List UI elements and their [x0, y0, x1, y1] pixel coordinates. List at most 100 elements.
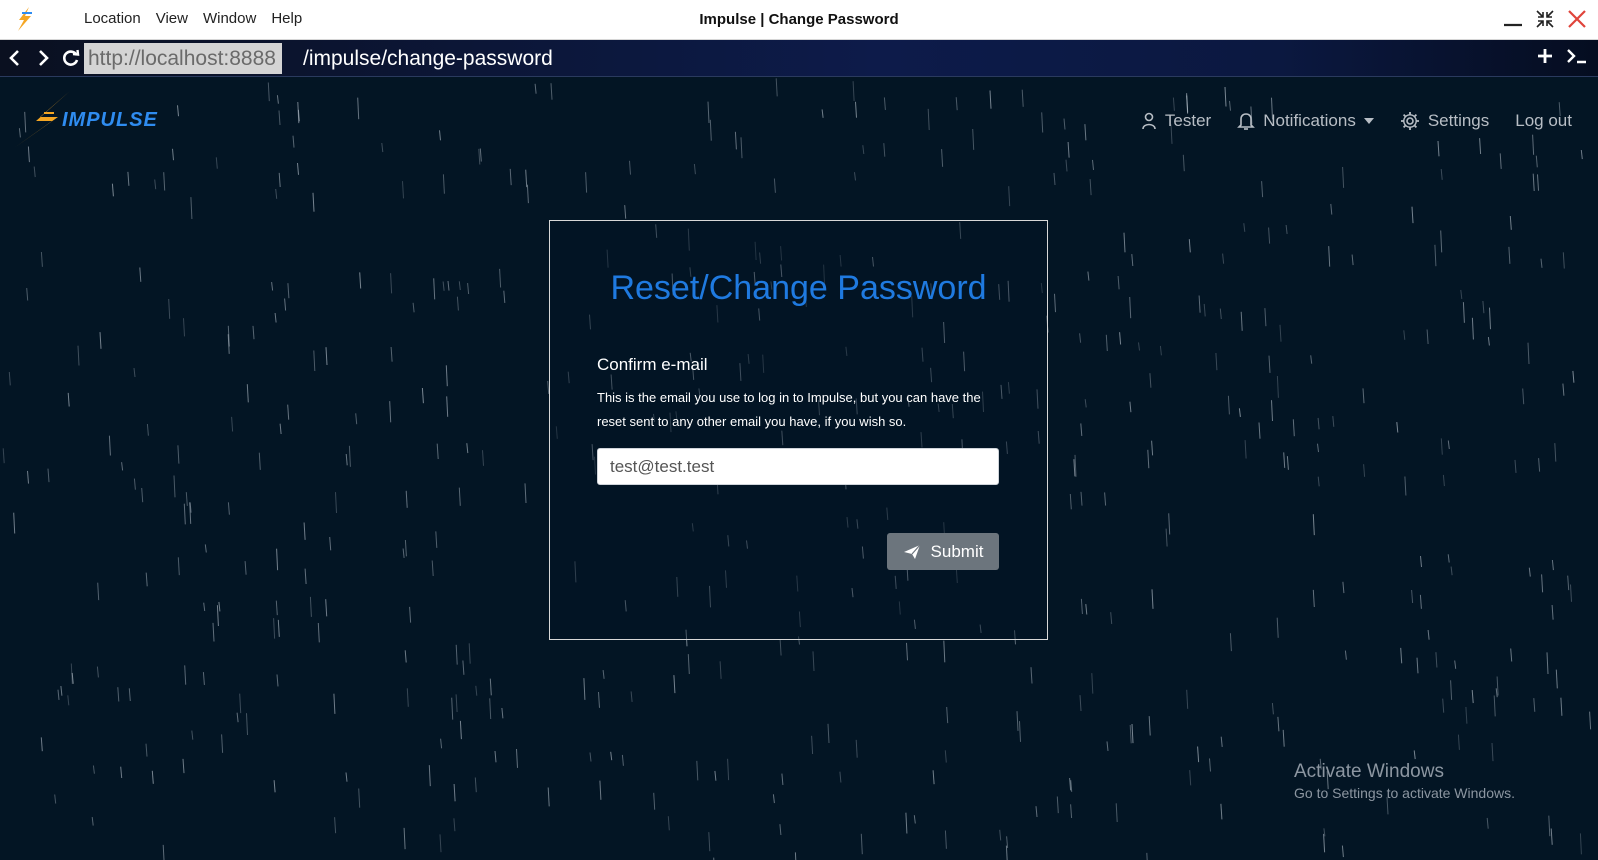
rain-streak: [1400, 647, 1403, 664]
menu-view[interactable]: View: [156, 10, 188, 27]
url-host[interactable]: http://localhost:8888: [84, 43, 282, 74]
nav-user[interactable]: Tester: [1141, 111, 1211, 131]
rain-streak: [453, 783, 456, 802]
rain-streak: [696, 760, 699, 781]
rain-streak: [1138, 342, 1140, 351]
rain-streak: [629, 160, 631, 175]
nav-logout[interactable]: Log out: [1515, 111, 1572, 131]
minimize-button[interactable]: [1500, 6, 1526, 32]
rain-streak: [1188, 239, 1191, 253]
rain-streak: [335, 492, 337, 514]
restore-button[interactable]: [1532, 6, 1558, 32]
rain-streak: [855, 739, 858, 758]
rain-streak: [1106, 741, 1109, 751]
rain-streak: [1440, 438, 1443, 455]
nav-settings[interactable]: Settings: [1400, 111, 1489, 131]
rain-streak: [1067, 141, 1070, 158]
email-field[interactable]: [597, 448, 999, 485]
rain-streak: [1268, 355, 1271, 373]
rain-streak: [292, 135, 295, 148]
email-label: Confirm e-mail: [597, 355, 708, 374]
nav-notifications[interactable]: Notifications: [1237, 111, 1374, 131]
rain-streak: [1550, 828, 1553, 845]
rain-streak: [67, 695, 70, 706]
rain-streak: [403, 827, 406, 850]
rain-streak: [1215, 352, 1218, 371]
rain-streak: [151, 770, 154, 784]
rain-streak: [252, 325, 255, 340]
rain-streak: [446, 396, 449, 417]
rain-streak: [1084, 124, 1087, 141]
rain-streak: [1562, 383, 1565, 396]
rain-streak: [1172, 97, 1175, 111]
rain-streak: [1229, 100, 1231, 111]
rain-streak: [1363, 464, 1366, 477]
rain-streak: [404, 539, 407, 557]
rain-streak: [447, 280, 450, 291]
rain-streak: [1016, 711, 1019, 731]
rain-streak: [1119, 332, 1122, 345]
rain-streak: [1555, 669, 1558, 689]
rain-streak: [1541, 574, 1544, 593]
rain-streak: [267, 82, 270, 102]
rain-streak: [772, 794, 775, 804]
menu-window[interactable]: Window: [203, 10, 256, 27]
terminal-icon[interactable]: [1566, 47, 1588, 65]
rain-streak: [1148, 716, 1151, 736]
forward-button[interactable]: [32, 47, 54, 69]
rain-streak: [172, 148, 174, 161]
rain-streak: [227, 502, 230, 515]
submit-button[interactable]: Submit: [887, 533, 999, 570]
rain-streak: [503, 290, 506, 303]
rain-streak: [687, 654, 690, 675]
rain-streak: [779, 824, 782, 836]
rain-streak: [944, 750, 947, 763]
rain-streak: [236, 712, 239, 723]
rain-streak: [1149, 373, 1152, 388]
rain-streak: [1570, 584, 1572, 602]
email-help-text: This is the email you use to log in to I…: [597, 390, 981, 429]
rain-streak: [972, 128, 975, 150]
rain-streak: [433, 278, 436, 300]
plus-icon[interactable]: [1536, 47, 1554, 65]
url-path[interactable]: /impulse/change-password: [303, 43, 553, 74]
rain-streak: [673, 675, 676, 694]
menu-location[interactable]: Location: [84, 10, 141, 27]
close-button[interactable]: [1564, 6, 1590, 32]
rain-streak: [275, 188, 278, 199]
brand-logo[interactable]: IMPULSE: [14, 91, 174, 149]
rain-streak: [1447, 440, 1450, 450]
rain-streak: [1063, 118, 1066, 130]
rain-streak: [406, 688, 409, 707]
rain-streak: [1222, 253, 1225, 264]
menu-help[interactable]: Help: [271, 10, 302, 27]
address-actions: [1536, 47, 1588, 65]
rain-streak: [932, 770, 935, 785]
rain-streak: [231, 416, 234, 432]
rain-streak: [439, 130, 441, 141]
rain-streak: [436, 443, 439, 460]
rain-streak: [1084, 399, 1087, 408]
rain-streak: [1442, 474, 1445, 487]
rain-streak: [258, 452, 261, 470]
rain-streak: [1538, 458, 1541, 472]
rain-streak: [1317, 417, 1320, 430]
rain-streak: [467, 283, 470, 295]
rain-streak: [781, 773, 784, 785]
reload-button[interactable]: [60, 47, 82, 69]
rain-streak: [67, 392, 70, 407]
rain-streak: [1457, 734, 1460, 750]
rain-streak: [883, 143, 886, 157]
rain-streak: [1489, 307, 1491, 330]
rain-streak: [325, 599, 328, 617]
rain-streak: [525, 169, 528, 188]
rain-streak: [162, 844, 165, 860]
rain-streak: [708, 832, 711, 852]
rain-streak: [1123, 232, 1126, 253]
rain-streak: [445, 365, 448, 387]
rain-streak: [489, 678, 492, 696]
rain-streak: [1035, 806, 1038, 818]
back-button[interactable]: [4, 47, 26, 69]
rain-streak: [734, 131, 737, 150]
rain-streak: [355, 413, 358, 425]
